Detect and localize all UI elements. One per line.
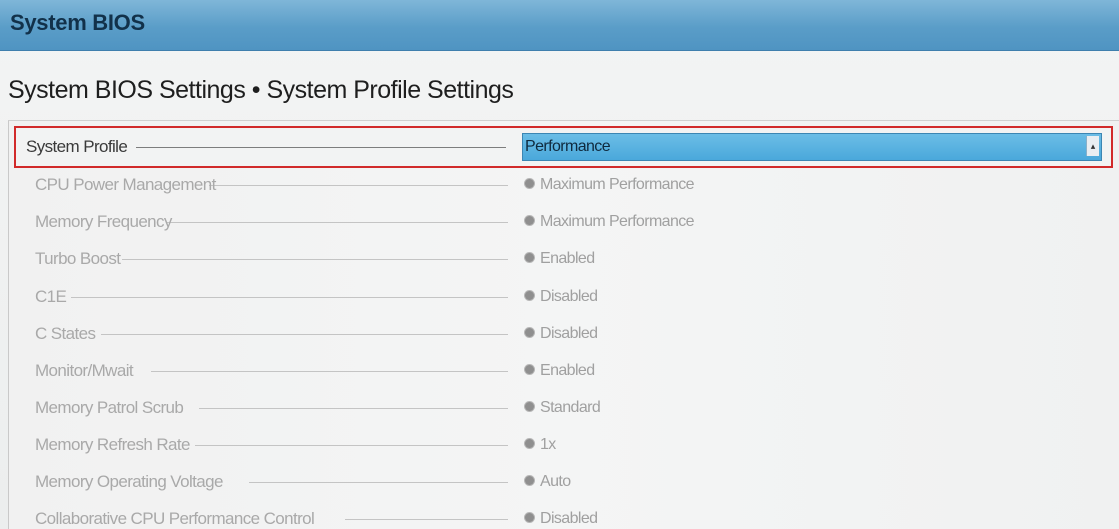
- radio-selected-icon: [525, 438, 534, 448]
- setting-row-monitor-mwait: Monitor/Mwait Enabled: [9, 353, 1119, 389]
- dropdown-arrow-icon[interactable]: ▴: [1086, 136, 1099, 156]
- setting-value-text: Enabled: [540, 250, 595, 267]
- setting-value[interactable]: Enabled: [525, 241, 595, 277]
- setting-value-text: Standard: [540, 399, 601, 416]
- bios-window: System BIOS System BIOS Settings • Syste…: [0, 0, 1119, 529]
- setting-row-memory-operating-voltage: Memory Operating Voltage Auto: [9, 464, 1119, 500]
- setting-value[interactable]: Enabled: [525, 353, 595, 389]
- setting-label: Memory Refresh Rate: [35, 435, 190, 454]
- leader-line: [71, 297, 508, 298]
- setting-label: Memory Patrol Scrub: [35, 398, 184, 417]
- setting-value-text: Disabled: [540, 510, 598, 527]
- radio-selected-icon: [525, 364, 534, 374]
- radio-selected-icon: [525, 512, 534, 522]
- setting-value[interactable]: Maximum Performance: [525, 167, 695, 203]
- leader-line: [199, 408, 508, 409]
- title-bar: System BIOS: [0, 0, 1119, 51]
- setting-label: Memory Frequency: [35, 212, 172, 231]
- radio-selected-icon: [525, 178, 534, 188]
- setting-row-memory-refresh-rate: Memory Refresh Rate 1x: [9, 427, 1119, 463]
- setting-label: C States: [35, 324, 96, 343]
- setting-label: Turbo Boost: [35, 249, 121, 268]
- setting-value-text: Disabled: [540, 288, 598, 305]
- setting-value[interactable]: Standard: [525, 390, 601, 426]
- system-profile-selected-value: Performance: [525, 138, 611, 155]
- system-profile-label: System Profile: [26, 137, 128, 156]
- setting-value-text: Enabled: [540, 362, 595, 379]
- leader-line: [209, 185, 508, 186]
- leader-line: [151, 371, 508, 372]
- setting-row-memory-frequency: Memory Frequency Maximum Performance: [9, 204, 1119, 240]
- setting-value[interactable]: Disabled: [525, 316, 598, 352]
- setting-value[interactable]: Maximum Performance: [525, 204, 695, 240]
- radio-selected-icon: [525, 215, 534, 225]
- radio-selected-icon: [525, 401, 534, 411]
- leader-line: [195, 445, 508, 446]
- page-heading: System BIOS Settings • System Profile Se…: [8, 76, 514, 104]
- leader-line: [101, 334, 508, 335]
- radio-selected-icon: [525, 327, 534, 337]
- setting-value-text: Maximum Performance: [540, 176, 695, 193]
- setting-value-text: 1x: [540, 436, 556, 453]
- system-profile-dropdown[interactable]: Performance ▴: [522, 133, 1102, 161]
- setting-label: Monitor/Mwait: [35, 361, 134, 380]
- setting-label: C1E: [35, 287, 67, 306]
- setting-value[interactable]: Disabled: [525, 279, 598, 315]
- window-title: System BIOS: [10, 10, 145, 35]
- setting-row-collaborative-cpu-performance-control: Collaborative CPU Performance Control Di…: [9, 501, 1119, 529]
- setting-row-c1e: C1E Disabled: [9, 279, 1119, 315]
- leader-line: [136, 147, 506, 148]
- setting-value[interactable]: Disabled: [525, 501, 598, 529]
- system-profile-row: System Profile Performance ▴: [14, 126, 1113, 168]
- settings-panel: CPU Power Management Maximum Performance…: [8, 120, 1119, 529]
- leader-line: [122, 259, 508, 260]
- setting-value[interactable]: Auto: [525, 464, 571, 500]
- setting-label: CPU Power Management: [35, 175, 216, 194]
- setting-value-text: Disabled: [540, 325, 598, 342]
- setting-value[interactable]: 1x: [525, 427, 556, 463]
- setting-row-cpu-power-management: CPU Power Management Maximum Performance: [9, 167, 1119, 203]
- setting-value-text: Auto: [540, 473, 571, 490]
- leader-line: [249, 482, 508, 483]
- radio-selected-icon: [525, 290, 534, 300]
- radio-selected-icon: [525, 475, 534, 485]
- setting-value-text: Maximum Performance: [540, 213, 695, 230]
- setting-label: Collaborative CPU Performance Control: [35, 509, 315, 528]
- leader-line: [167, 222, 508, 223]
- leader-line: [345, 519, 508, 520]
- setting-label: Memory Operating Voltage: [35, 472, 223, 491]
- setting-row-turbo-boost: Turbo Boost Enabled: [9, 241, 1119, 277]
- radio-selected-icon: [525, 252, 534, 262]
- setting-row-memory-patrol-scrub: Memory Patrol Scrub Standard: [9, 390, 1119, 426]
- setting-row-c-states: C States Disabled: [9, 316, 1119, 352]
